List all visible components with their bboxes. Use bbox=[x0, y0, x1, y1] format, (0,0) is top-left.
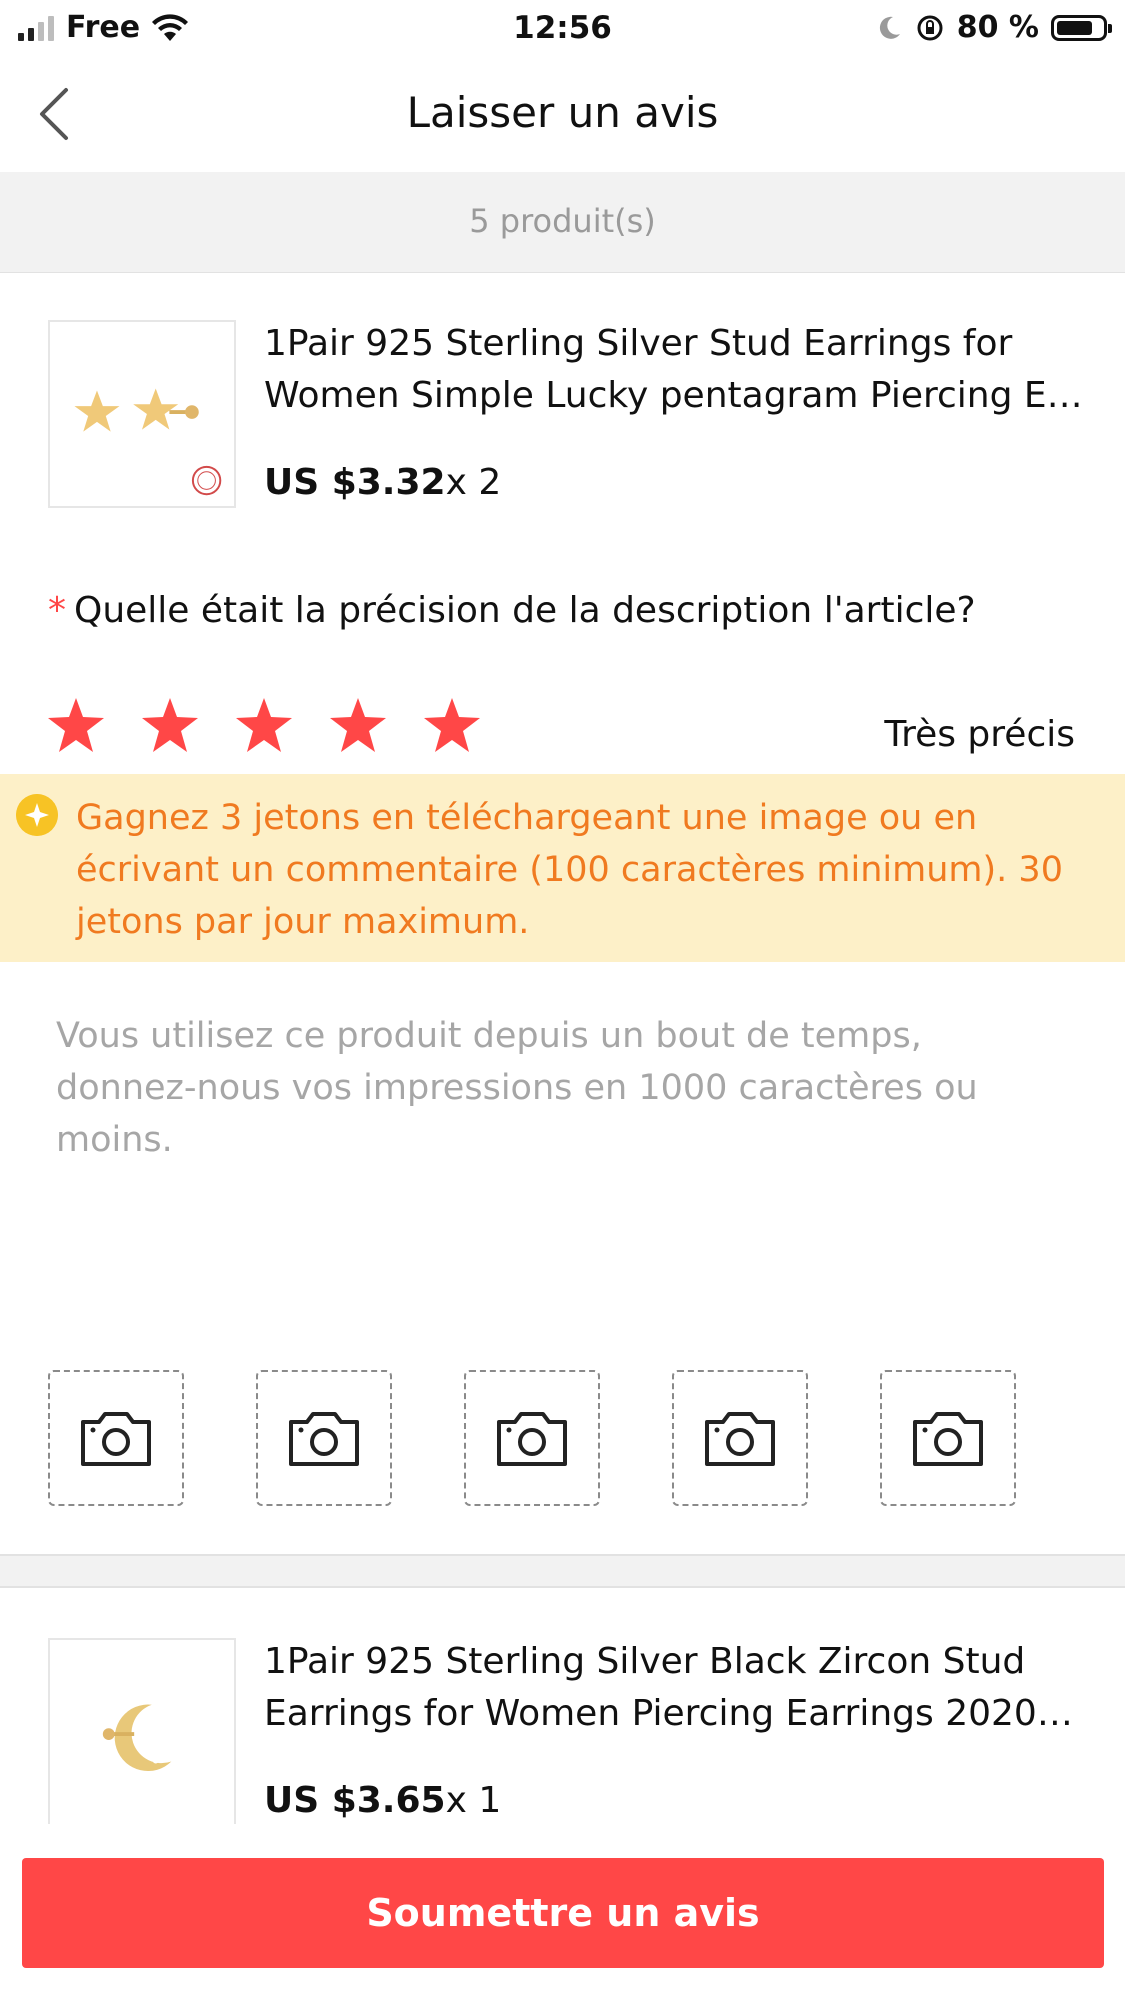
product-price: US $3.65x 1 bbox=[264, 1780, 501, 1821]
star-icon[interactable] bbox=[328, 696, 388, 754]
rating-question: * Quelle était la précision de la descrip… bbox=[48, 590, 976, 631]
star-icon[interactable] bbox=[422, 696, 482, 754]
product-count-bar: 5 produit(s) bbox=[0, 172, 1125, 273]
review-input[interactable] bbox=[56, 1010, 1066, 1310]
moon-earring-image bbox=[102, 1704, 172, 1772]
coin-icon bbox=[16, 794, 58, 836]
rating-label: Très précis bbox=[884, 714, 1075, 755]
product-count: 5 produit(s) bbox=[469, 202, 656, 240]
status-right: 80 % bbox=[875, 10, 1112, 45]
star-icon[interactable] bbox=[234, 696, 294, 754]
camera-icon bbox=[497, 1412, 567, 1466]
price-quantity: x 1 bbox=[445, 1780, 502, 1821]
photo-upload-slot[interactable] bbox=[256, 1370, 392, 1506]
battery-icon bbox=[1051, 14, 1112, 41]
camera-icon bbox=[913, 1412, 983, 1466]
section-divider bbox=[0, 1554, 1125, 1588]
status-bar: Free 12:56 80 % bbox=[0, 0, 1125, 58]
product-title[interactable]: 1Pair 925 Sterling Silver Stud Earrings … bbox=[264, 318, 1084, 422]
battery-percent: 80 % bbox=[956, 10, 1039, 45]
nav-bar: Laisser un avis bbox=[0, 58, 1125, 172]
battery-level bbox=[1057, 20, 1092, 35]
price-amount: US $3.65 bbox=[264, 1780, 446, 1821]
price-amount: US $3.32 bbox=[264, 462, 446, 503]
product-image[interactable] bbox=[48, 320, 236, 508]
product-title[interactable]: 1Pair 925 Sterling Silver Black Zircon S… bbox=[264, 1636, 1084, 1740]
page-title: Laisser un avis bbox=[406, 88, 719, 137]
product-title-line2: Earrings for Women Piercing Earrings 202… bbox=[264, 1693, 1084, 1734]
tip-banner: Gagnez 3 jetons en téléchargeant une ima… bbox=[0, 774, 1125, 962]
camera-icon bbox=[81, 1412, 151, 1466]
camera-icon bbox=[289, 1412, 359, 1466]
star-icon[interactable] bbox=[140, 696, 200, 754]
photo-upload-slot[interactable] bbox=[672, 1370, 808, 1506]
product-title-line2: Women Simple Lucky pentagram Piercing Ea… bbox=[264, 375, 1084, 416]
star-rating bbox=[46, 696, 482, 754]
tip-text: Gagnez 3 jetons en téléchargeant une ima… bbox=[76, 798, 1063, 942]
submit-area: Soumettre un avis bbox=[0, 1824, 1125, 2000]
star-earrings-image bbox=[74, 388, 222, 496]
question-text: Quelle était la précision de la descript… bbox=[74, 590, 976, 631]
product-title-line1: 1Pair 925 Sterling Silver Stud Earrings … bbox=[264, 323, 1013, 364]
product-title-line1: 1Pair 925 Sterling Silver Black Zircon S… bbox=[264, 1641, 1026, 1682]
product-image[interactable] bbox=[48, 1638, 236, 1838]
rotation-lock-icon bbox=[917, 15, 943, 40]
moon-icon bbox=[879, 16, 900, 39]
photo-upload-slot[interactable] bbox=[464, 1370, 600, 1506]
photo-upload-slot[interactable] bbox=[880, 1370, 1016, 1506]
camera-icon bbox=[705, 1412, 775, 1466]
required-mark: * bbox=[48, 590, 66, 631]
photo-upload-slot[interactable] bbox=[48, 1370, 184, 1506]
star-icon[interactable] bbox=[46, 696, 106, 754]
submit-review-button[interactable]: Soumettre un avis bbox=[22, 1858, 1104, 1968]
product-price: US $3.32x 2 bbox=[264, 462, 501, 503]
photo-upload-slots bbox=[48, 1370, 1016, 1506]
price-quantity: x 2 bbox=[445, 462, 502, 503]
